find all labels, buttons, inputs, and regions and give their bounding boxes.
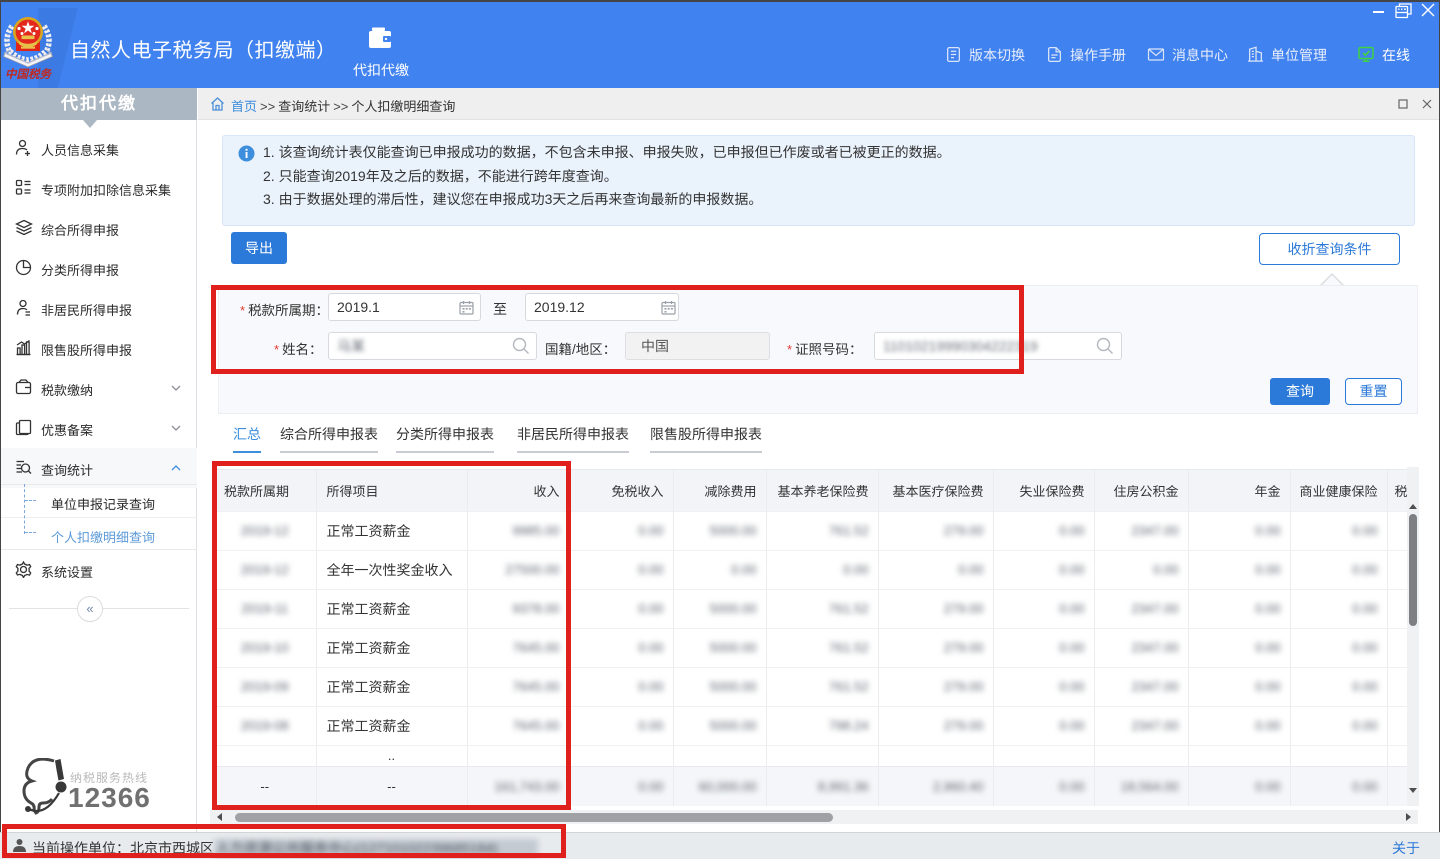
svg-text:中国税务: 中国税务 — [5, 68, 52, 81]
